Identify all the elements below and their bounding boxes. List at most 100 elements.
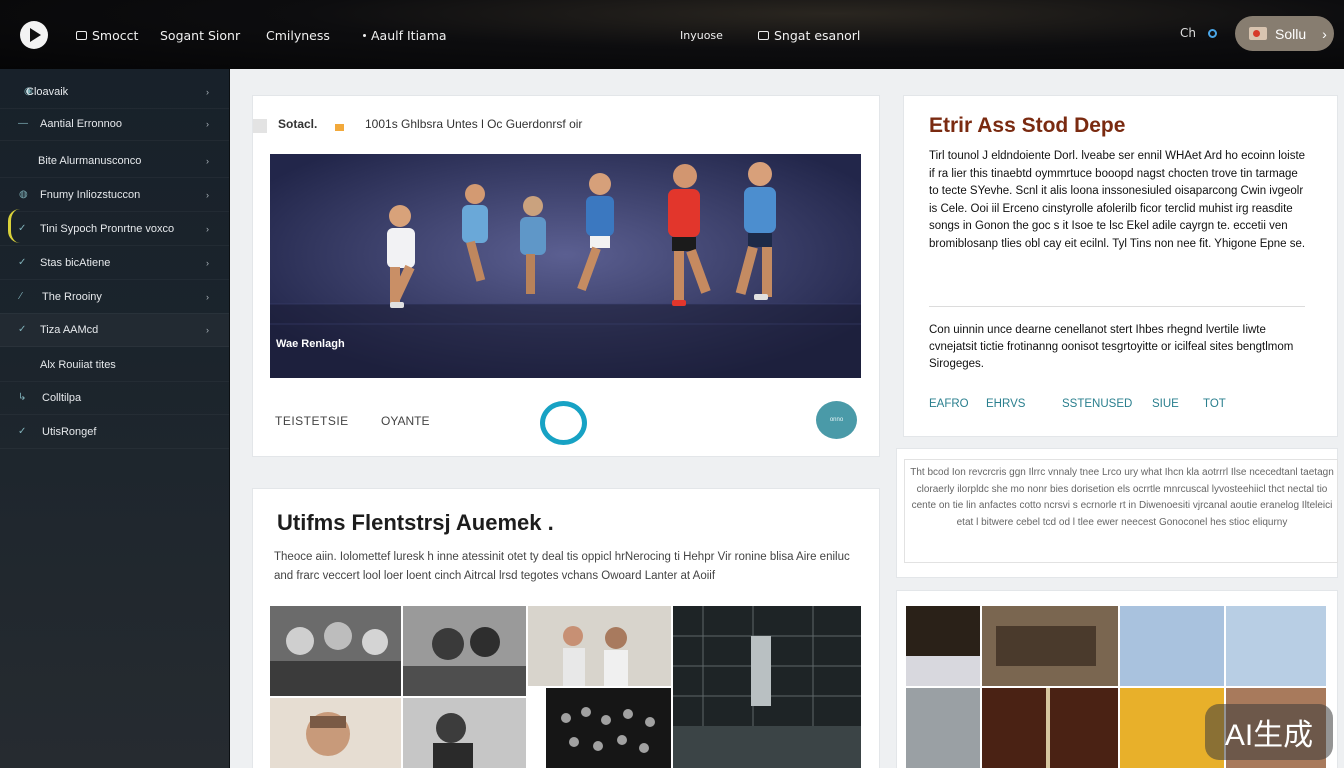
chevron-right-icon: › [206, 118, 209, 129]
crowd-photo-image [546, 688, 671, 768]
hero-card: Sotacl. 1001s Ghlbsra Untes l Oc Guerdon… [252, 95, 880, 457]
stat-card-title: Etrir Ass Stod Depe [929, 114, 1126, 137]
chevron-right-icon: › [206, 291, 209, 302]
stat-link-3[interactable]: SSTENUSED [1062, 398, 1132, 410]
sidebar-item-8[interactable]: ✓ Tiza AAMcd › [0, 313, 229, 347]
photo-thumbnail[interactable] [673, 606, 861, 768]
sidebar-item-label: Aantial Erronnoo [40, 117, 122, 130]
nav-item-6[interactable]: Sngat esanorl [758, 26, 860, 44]
sidebar-item-label: The Rrooiny [42, 290, 102, 303]
loading-ring-icon [540, 401, 587, 445]
nav-item-5-label: Inyuose [680, 28, 723, 42]
portrait-photo-image [403, 698, 526, 768]
top-navigation-bar: Smocct Sogant Sionr Cmilyness Aaulf Itia… [0, 0, 1344, 69]
chevron-right-icon: › [206, 86, 209, 97]
photo-thumbnail[interactable] [270, 606, 401, 696]
stat-card: Etrir Ass Stod Depe Tirl tounol J eldndo… [903, 95, 1338, 437]
fab-label: onno [829, 417, 844, 423]
quote-text: Tht bcod Ion revcrcris ggn Ilrrc vnnaly … [910, 467, 1334, 528]
hero-image-label: Wae Renlagh [276, 338, 345, 350]
sidebar-item-label: Colltilpa [42, 391, 82, 404]
sidebar-item-label: Fnumy Inliozstuccon [40, 188, 141, 201]
sidebar-item-label: Bite Alurmanusconco [38, 154, 142, 167]
status-ring-icon[interactable] [1208, 29, 1217, 38]
sidebar-item-label: Cloavaik [26, 85, 69, 98]
article-title: Utifms Flentstrsj Auemek . [277, 510, 554, 535]
chevron-right-icon: › [206, 189, 209, 200]
nav-item-3-label: Cmilyness [266, 27, 330, 43]
square-icon [253, 119, 267, 133]
sidebar-item-5[interactable]: ✓ Tini Sypoch Pronrtne voxco › [0, 212, 229, 246]
stat-link-5[interactable]: TOT [1203, 398, 1226, 410]
sidebar-item-6[interactable]: ✓ Stas bicAtiene › [0, 246, 229, 280]
circle-icon: ◍ [19, 189, 28, 200]
hero-footer-link-a[interactable]: TEISTETSIE [275, 414, 349, 428]
action-fab-button[interactable]: onno [816, 401, 857, 439]
sidebar-item-11[interactable]: ✓ UtisRongef [0, 415, 229, 449]
nav-item-5[interactable]: Inyuose [680, 26, 723, 44]
window-icon [76, 30, 87, 40]
badge-icon [335, 124, 344, 131]
chevron-right-icon: › [206, 223, 209, 234]
sidebar-item-label: Tini Sypoch Pronrtne voxco [40, 222, 175, 235]
stat-link-4[interactable]: SIUE [1152, 398, 1179, 410]
divider [929, 306, 1305, 307]
quote-card: Tht bcod Ion revcrcris ggn Ilrrc vnnaly … [896, 448, 1338, 578]
stat-link-1[interactable]: EAFRO [929, 398, 969, 410]
check-icon: ✓ [18, 223, 27, 234]
nav-item-4-label: Aaulf Itiama [371, 27, 447, 43]
soccer-players-illustration [270, 154, 861, 378]
nav-item-1-label: Smocct [92, 27, 139, 43]
stat-card-text: Tirl tounol J eldndoiente Dorl. lveabe s… [929, 150, 1306, 250]
sidebar-item-1[interactable]: ◉ Cloavaik › [0, 75, 229, 109]
portrait-photo-image [403, 606, 526, 696]
sidebar-item-label: UtisRongef [42, 425, 97, 438]
photo-thumbnail[interactable] [528, 606, 671, 686]
photo-thumbnail[interactable] [270, 698, 401, 768]
chevron-right-icon: › [206, 155, 209, 166]
sidebar-item-2[interactable]: — Aantial Erronnoo › [0, 107, 229, 141]
watermark-text: AI生成 [1224, 719, 1314, 752]
stadium-photo-image [673, 606, 861, 768]
sign-in-button[interactable]: Sollu › [1235, 16, 1334, 51]
article-card: Utifms Flentstrsj Auemek . Theoce aiin. … [252, 488, 880, 768]
photo-thumbnail[interactable] [403, 698, 526, 768]
stat-link-2[interactable]: EHRVS [986, 398, 1025, 410]
sidebar-item-4[interactable]: ◍ Fnumy Inliozstuccon › [0, 178, 229, 212]
photo-thumbnail[interactable] [546, 688, 671, 768]
line-icon: — [18, 118, 28, 129]
chevron-right-icon: › [1322, 25, 1327, 42]
dot-icon [363, 33, 366, 37]
sign-in-label: Sollu [1275, 25, 1307, 42]
hero-image[interactable]: Wae Renlagh [270, 154, 861, 378]
face-photo-image [270, 698, 401, 768]
check-icon: ✓ [18, 324, 27, 335]
photo-collage [270, 606, 862, 768]
nav-item-2[interactable]: Sogant Sionr [160, 26, 240, 44]
nav-item-1[interactable]: Smocct [76, 26, 138, 44]
sidebar-item-label: Alx Rouiiat tites [40, 358, 116, 371]
hero-header: Sotacl. 1001s Ghlbsra Untes l Oc Guerdon… [253, 117, 880, 135]
sidebar-item-9[interactable]: Alx Rouiiat tites [0, 348, 229, 382]
article-text: Theoce aiin. Iolomettef luresk h inne at… [274, 551, 850, 582]
hero-footer-link-b[interactable]: OYANTE [381, 414, 429, 428]
check-icon: ✓ [18, 257, 27, 268]
nav-item-2-label: Sogant Sionr [160, 27, 241, 43]
language-glyph[interactable]: Ch [1180, 26, 1196, 40]
photo-thumbnail[interactable] [403, 606, 526, 696]
nav-item-6-label: Sngat esanorl [774, 27, 861, 43]
quote-box: Tht bcod Ion revcrcris ggn Ilrrc vnnaly … [904, 459, 1338, 563]
group-photo-image [270, 606, 401, 696]
check-icon: ⁄ [20, 291, 22, 302]
play-logo-icon[interactable] [20, 21, 48, 49]
flag-icon [1249, 27, 1267, 40]
sidebar-item-3[interactable]: Bite Alurmanusconco › [0, 144, 229, 178]
sidebar-item-10[interactable]: ↳ Colltilpa [0, 381, 229, 415]
check-icon: ✓ [18, 426, 27, 437]
hero-caption: 1001s Ghlbsra Untes l Oc Guerdonrsf oir [365, 117, 583, 131]
nav-item-4[interactable]: Aaulf Itiama [363, 26, 447, 44]
chevron-right-icon: › [206, 257, 209, 268]
sidebar-item-7[interactable]: ⁄ The Rrooiny › [0, 280, 229, 314]
nav-item-3[interactable]: Cmilyness [266, 26, 330, 44]
ai-generated-watermark: AI生成 [1205, 704, 1333, 760]
